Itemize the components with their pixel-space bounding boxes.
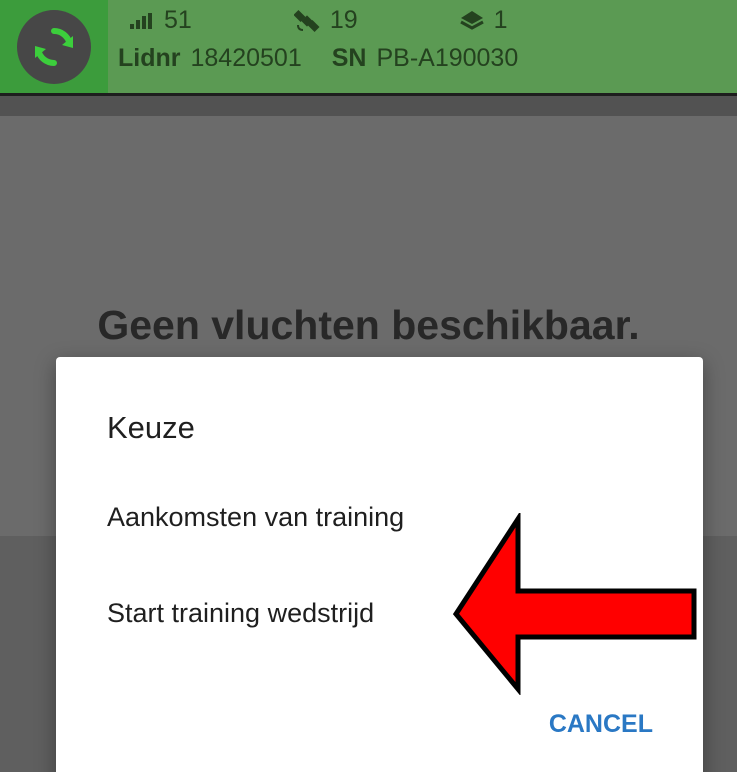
member-value: 18420501 <box>190 44 302 72</box>
info-row: Lidnr 18420501 SN PB-A190030 <box>118 44 548 73</box>
layers-value: 1 <box>493 6 508 34</box>
dialog-title: Keuze <box>107 410 195 445</box>
status-header: 51 19 1 Lidnr 18420501 SN PB-A190030 <box>0 0 737 96</box>
option-start-training-race[interactable]: Start training wedstrijd <box>107 598 374 629</box>
satellites-stat: 19 <box>293 6 358 35</box>
signal-value: 51 <box>164 6 192 34</box>
satellite-icon <box>293 8 320 34</box>
layers-stat: 1 <box>459 6 508 35</box>
signal-bars-icon <box>130 12 154 29</box>
satellites-value: 19 <box>329 6 358 34</box>
member-label: Lidnr <box>118 44 181 72</box>
serial-label: SN <box>331 44 367 72</box>
option-arrivals-training[interactable]: Aankomsten van training <box>107 502 404 533</box>
stats-row: 51 19 1 <box>118 6 508 35</box>
sync-circle <box>17 9 91 84</box>
sync-button[interactable] <box>0 0 108 93</box>
sync-icon <box>35 27 73 66</box>
cancel-button[interactable]: CANCEL <box>549 710 653 739</box>
app-screen: 51 19 1 Lidnr 18420501 SN PB-A190030 Gee… <box>0 0 737 772</box>
red-arrow-annotation <box>452 513 697 695</box>
serial-value: PB-A190030 <box>376 44 519 72</box>
signal-stat: 51 <box>130 6 192 35</box>
layers-icon <box>459 10 484 32</box>
